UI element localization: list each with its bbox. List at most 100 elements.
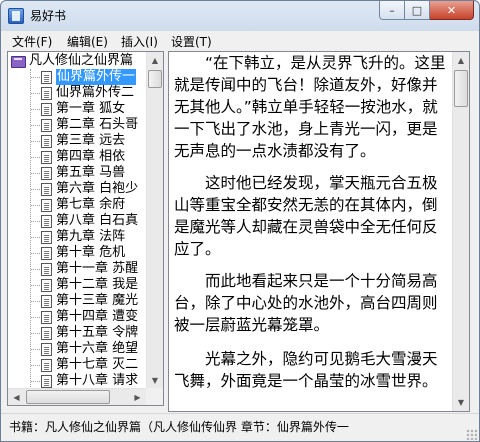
tree-chapter-item[interactable]: 第七章 余府 [31,197,125,213]
tree-connector-line [31,204,40,206]
reading-pane: “在下韩立，是从灵界飞升的。这里就是传闻中的飞台！除道友外，好像并无其他人。”韩… [168,51,470,412]
tree-connector-line [31,140,40,142]
tree-chapter-label: 第十二章 我是 [56,277,139,292]
tree-chapter-item[interactable]: 第十三章 魔光 [31,293,138,309]
tree-connector-line [31,220,40,222]
document-icon [41,342,52,356]
tree-chapter-label: 第八章 白石真 [56,213,139,228]
tree-chapter-label: 第五章 马兽 [56,165,126,180]
tree-chapter-item[interactable]: 第十六章 绝望 [31,341,138,357]
tree-chapter-item[interactable]: 第五章 马兽 [31,165,125,181]
tree-chapter-label: 第十三章 魔光 [56,293,139,308]
tree-chapter-item[interactable]: 第十八章 请求 [31,373,138,389]
tree-chapter-label: 仙界篇外传一 [56,69,137,85]
tree-connector-line [31,236,40,238]
tree-chapter-item[interactable]: 第十二章 我是 [31,277,138,293]
document-icon [41,262,52,276]
tree-connector-line [31,156,40,158]
document-icon [41,294,52,308]
scroll-down-arrow-icon[interactable]: ▼ [453,394,469,411]
tree-chapter-label: 第一章 狐女 [56,101,126,116]
scroll-up-arrow-icon[interactable]: ▲ [147,52,163,69]
document-icon [41,278,52,292]
tree-chapter-item[interactable]: 第八章 白石真 [31,213,138,229]
menu-settings[interactable]: 设置(T) [171,33,212,50]
document-icon [41,134,52,148]
content-vertical-scrollbar[interactable]: ▲ ▼ [452,52,469,411]
tree-chapter-label: 仙界篇外传二 [56,85,135,100]
document-icon [41,310,52,324]
tree-chapter-item[interactable]: 第六章 白袍少 [31,181,138,197]
tree-chapter-label: 第三章 远去 [56,133,126,148]
tree-chapter-item[interactable]: 仙界篇外传二 [31,85,134,101]
scroll-up-arrow-icon[interactable]: ▲ [453,52,469,69]
title-bar[interactable]: 易好书 – □ ✕ [1,1,479,30]
tree-connector-line [31,172,40,174]
window-controls: – □ ✕ [379,1,474,21]
document-icon [41,166,52,180]
tree-chapter-label: 第十一章 苏醒 [56,261,139,276]
scroll-left-arrow-icon[interactable]: ◀ [8,389,25,405]
maximize-button[interactable]: □ [405,1,430,20]
menu-file[interactable]: 文件(F) [12,33,52,50]
status-text: 书籍：凡人修仙之仙界篇（凡人修仙传仙界 章节：仙界篇外传一 [9,420,349,434]
tree-connector-line [31,124,40,126]
tree-chapter-item[interactable]: 第四章 相依 [31,149,125,165]
resize-grip-icon[interactable] [466,429,477,440]
tree-connector-line [31,284,40,286]
tree-chapter-item[interactable]: 第三章 远去 [31,133,125,149]
tree-connector-line [31,380,40,382]
content-paragraph: 光幕之外，隐约可见鹅毛大雪漫天飞舞，外面竟是一个晶莹的冰雪世界。 [174,350,438,390]
tree-connector-line [31,348,40,350]
book-icon [10,55,26,68]
tree-horizontal-scrollbar[interactable]: ◀ ▶ [8,388,146,405]
scrollbar-corner [146,388,163,405]
tree-chapter-item[interactable]: 第九章 法阵 [31,229,125,245]
document-icon [41,86,52,100]
menu-insert[interactable]: 插入(I) [121,33,158,50]
tree-root-book[interactable]: 凡人修仙之仙界篇 [10,53,133,69]
tree-chapter-label: 第十六章 绝望 [56,341,139,356]
chapter-content[interactable]: “在下韩立，是从灵界飞升的。这里就是传闻中的飞台！除道友外，好像并无其他人。”韩… [169,52,453,411]
document-icon [41,70,52,84]
tree-chapter-item[interactable]: 第十章 危机 [31,245,125,261]
tree-connector-line [31,332,40,334]
tree-chapter-item[interactable]: 仙界篇外传一 [31,69,137,85]
document-icon [41,358,52,372]
menu-edit[interactable]: 编辑(E) [67,33,108,50]
content-paragraph: “在下韩立，是从灵界飞升的。这里就是传闻中的飞台！除道友外，好像并无其他人。”韩… [174,54,446,160]
content-paragraph: 这时他已经发现，掌天瓶元合五极山等重宝全都安然无恙的在其体内，倒是魔光等人却藏在… [174,174,438,258]
tree-chapter-label: 第十五章 令牌 [56,325,139,340]
tree-connector-line [31,92,40,94]
tree-chapter-label: 第四章 相依 [56,149,126,164]
tree-chapter-label: 第十章 危机 [56,245,126,260]
document-icon [41,326,52,340]
app-window: 易好书 – □ ✕ 文件(F) 编辑(E) 插入(I) 设置(T) 凡人修仙之仙… [0,0,480,442]
document-icon [41,182,52,196]
document-icon [41,102,52,116]
close-button[interactable]: ✕ [430,1,474,20]
tree-connector-line [31,108,40,110]
document-icon [41,230,52,244]
tree-chapter-item[interactable]: 第二章 石头哥 [31,117,138,133]
tree-connector-line [31,316,40,318]
tree-chapter-item[interactable]: 第十五章 令牌 [31,325,138,341]
tree-scroll-thumb[interactable] [148,70,162,88]
tree-chapter-label: 第十四章 遭变 [56,309,139,324]
tree-chapter-item[interactable]: 第一章 狐女 [31,101,125,117]
content-scroll-thumb[interactable] [454,70,468,107]
scroll-right-arrow-icon[interactable]: ▶ [129,389,146,405]
chapter-tree: 凡人修仙之仙界篇 仙界篇外传一 仙界篇外传二 第一章 狐女 第二章 石头哥 第三章 远去… [8,52,148,389]
scroll-down-arrow-icon[interactable]: ▼ [147,372,163,389]
tree-hscroll-thumb[interactable] [26,390,110,404]
tree-chapter-item[interactable]: 第十四章 遭变 [31,309,138,325]
document-icon [41,198,52,212]
tree-chapter-item[interactable]: 第十七章 灭二 [31,357,138,373]
tree-root-label: 凡人修仙之仙界篇 [29,53,134,68]
tree-connector-line [31,268,40,270]
tree-connector-line [31,188,40,190]
minimize-button[interactable]: – [379,1,405,20]
tree-chapter-item[interactable]: 第十一章 苏醒 [31,261,138,277]
tree-vertical-scrollbar[interactable]: ▲ ▼ [146,52,163,389]
tree-connector-line [31,364,40,366]
